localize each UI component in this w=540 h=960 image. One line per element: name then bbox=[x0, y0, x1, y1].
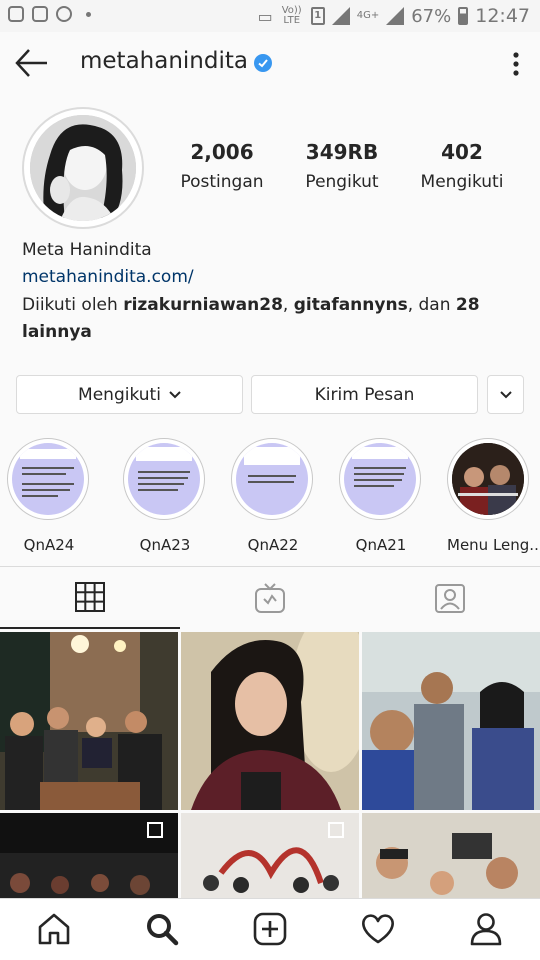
profile-avatar[interactable] bbox=[22, 107, 144, 229]
verified-badge-icon bbox=[254, 54, 272, 72]
highlight-cover bbox=[344, 443, 416, 515]
posts-stat[interactable]: 2,006 Postingan bbox=[172, 140, 272, 192]
grid-post[interactable] bbox=[362, 813, 540, 900]
profile-icon[interactable] bbox=[468, 911, 504, 947]
highlight-ring bbox=[231, 438, 313, 520]
status-bar: ▭ Vo)) LTE 1 4G+ 67% 12:47 bbox=[0, 0, 540, 32]
signal-icon bbox=[331, 7, 350, 25]
highlight-ring bbox=[7, 438, 89, 520]
highlight-cover bbox=[236, 443, 308, 515]
profile-tabs bbox=[0, 566, 540, 629]
grid-post[interactable] bbox=[181, 813, 359, 900]
highlight-ring bbox=[339, 438, 421, 520]
grid-icon bbox=[75, 582, 105, 612]
followed-prefix: Diikuti oleh bbox=[22, 295, 124, 315]
avatar-photo bbox=[30, 115, 136, 221]
igtv-icon bbox=[255, 583, 285, 613]
following-label: Mengikuti bbox=[420, 172, 504, 192]
followed-sep-1: , bbox=[282, 295, 294, 315]
tagged-icon bbox=[435, 584, 465, 613]
sim-indicator: 1 bbox=[310, 7, 325, 25]
highlight-ring bbox=[123, 438, 205, 520]
signal-2-icon bbox=[386, 7, 405, 25]
highlight-qna24[interactable]: QnA24 bbox=[7, 438, 91, 554]
grid-post[interactable] bbox=[0, 632, 178, 810]
cast-icon: ▭ bbox=[257, 6, 273, 26]
battery-percent: 67% bbox=[411, 5, 452, 27]
suggested-accounts-button[interactable] bbox=[487, 375, 524, 414]
send-message-button[interactable]: Kirim Pesan bbox=[251, 375, 478, 414]
bag-icon bbox=[32, 6, 48, 22]
highlight-label: Menu Leng... bbox=[447, 536, 540, 554]
grid-post[interactable] bbox=[0, 813, 178, 900]
following-button-label: Mengikuti bbox=[78, 384, 161, 405]
tab-igtv[interactable] bbox=[180, 567, 360, 629]
profile-website-link[interactable]: metahanindita.com/ bbox=[22, 267, 194, 287]
followed-user-2: gitafannyns bbox=[293, 295, 408, 315]
profile-full-name: Meta Hanindita bbox=[22, 240, 152, 260]
followed-user-1: rizakurniawan28 bbox=[123, 295, 283, 315]
chevron-down-icon bbox=[169, 390, 181, 398]
search-icon[interactable] bbox=[144, 911, 180, 947]
highlight-cover bbox=[12, 443, 84, 515]
following-stat[interactable]: 402 Mengikuti bbox=[412, 140, 512, 192]
clock: 12:47 bbox=[475, 5, 530, 27]
highlight-menu[interactable]: Menu Leng... bbox=[447, 438, 540, 554]
highlight-label: QnA23 bbox=[139, 536, 191, 554]
volte-indicator: Vo)) LTE bbox=[281, 5, 302, 26]
tab-tagged[interactable] bbox=[360, 567, 540, 629]
home-icon[interactable] bbox=[36, 911, 72, 947]
back-arrow-icon[interactable] bbox=[14, 46, 50, 80]
sync-icon bbox=[56, 6, 72, 22]
followed-sep-2: , dan bbox=[407, 295, 456, 315]
send-message-label: Kirim Pesan bbox=[314, 384, 415, 405]
profile-username: metahanindita bbox=[80, 48, 248, 74]
followers-stat[interactable]: 349RB Pengikut bbox=[292, 140, 392, 192]
battery-icon bbox=[458, 7, 469, 25]
highlight-qna22[interactable]: QnA22 bbox=[231, 438, 315, 554]
grid-post[interactable] bbox=[181, 632, 359, 810]
heart-icon[interactable] bbox=[360, 911, 396, 947]
grid-post[interactable] bbox=[362, 632, 540, 810]
highlight-qna21[interactable]: QnA21 bbox=[339, 438, 423, 554]
chevron-down-icon bbox=[499, 390, 512, 398]
add-post-icon[interactable] bbox=[252, 911, 288, 947]
post-grid bbox=[0, 632, 540, 900]
notification-icon bbox=[8, 6, 24, 22]
highlight-label: QnA21 bbox=[355, 536, 407, 554]
posts-label: Postingan bbox=[180, 172, 264, 192]
following-button[interactable]: Mengikuti bbox=[16, 375, 243, 414]
highlight-qna23[interactable]: QnA23 bbox=[123, 438, 207, 554]
following-count: 402 bbox=[441, 140, 483, 164]
more-vertical-icon[interactable] bbox=[506, 50, 526, 78]
highlight-label: QnA22 bbox=[247, 536, 299, 554]
network-type: 4G+ bbox=[356, 10, 380, 21]
dot-icon bbox=[86, 11, 91, 17]
highlight-cover bbox=[128, 443, 200, 515]
posts-count: 2,006 bbox=[190, 140, 254, 164]
profile-header: metahanindita bbox=[0, 32, 540, 94]
highlight-ring bbox=[447, 438, 529, 520]
bottom-navigation bbox=[0, 898, 540, 960]
highlight-label: QnA24 bbox=[23, 536, 75, 554]
followers-label: Pengikut bbox=[305, 172, 379, 192]
followed-by-text[interactable]: Diikuti oleh rizakurniawan28, gitafannyn… bbox=[22, 292, 522, 346]
tab-grid[interactable] bbox=[0, 567, 180, 629]
highlight-cover bbox=[452, 443, 524, 515]
followers-count: 349RB bbox=[305, 140, 379, 164]
